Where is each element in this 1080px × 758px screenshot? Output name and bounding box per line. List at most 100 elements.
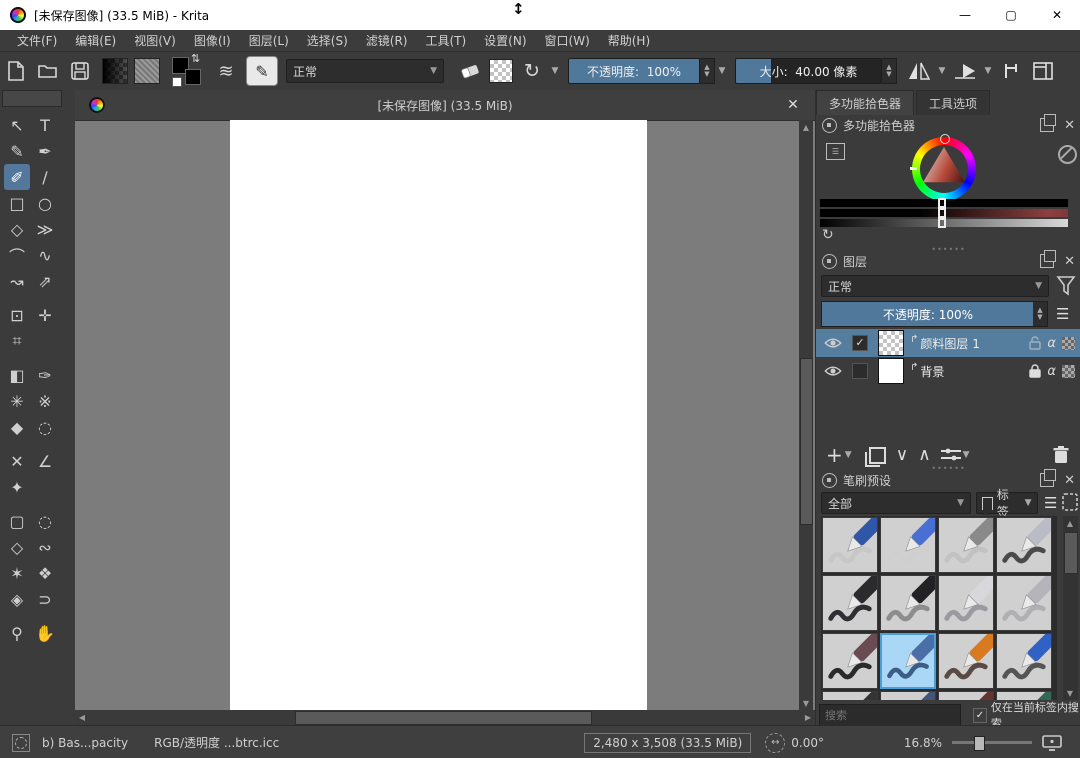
preset-display-mode-icon[interactable] (1062, 493, 1078, 511)
menu-item-7[interactable]: 滤镜(R) (357, 30, 417, 51)
preset-marker-chisel[interactable] (880, 575, 936, 631)
rectangular-selection-tool[interactable]: ▢ (4, 508, 30, 534)
dynamic-brush-tool[interactable]: ↝ (4, 268, 30, 294)
zoom-value[interactable]: 16.8% (904, 736, 942, 750)
opacity-caret-icon[interactable]: ▼ (715, 66, 729, 76)
size-slider[interactable]: 大小: 40.00 像素 (735, 58, 882, 84)
docker-tab-1[interactable]: 多功能拾色器 (816, 90, 914, 115)
layer-thumbnail[interactable] (878, 358, 904, 384)
smart-patch-tool[interactable]: ✳ (4, 388, 30, 414)
toolbox-drag-handle[interactable] (2, 90, 62, 107)
subwindow-close-icon[interactable]: ✕ (779, 90, 807, 120)
layer-visibility-icon[interactable] (824, 337, 844, 349)
colorize-mask-tool[interactable]: ※ (32, 388, 58, 414)
menu-item-2[interactable]: 编辑(E) (66, 30, 125, 51)
layer-checkbox[interactable]: ✓ (852, 335, 868, 351)
rotation-value[interactable]: 0.00° (791, 736, 824, 750)
layer-thumbnail[interactable] (878, 330, 904, 356)
preset-partial-1[interactable] (822, 691, 878, 700)
opacity-slider[interactable]: 不透明度: 100% (568, 58, 700, 84)
layer-visibility-icon[interactable] (824, 365, 844, 377)
layer-blend-mode-select[interactable]: 正常▼ (821, 275, 1049, 297)
scroll-up-icon[interactable]: ▲ (799, 120, 813, 134)
preset-soft-eraser[interactable] (880, 517, 936, 573)
transform-tool[interactable]: ⊡ (4, 302, 30, 328)
menu-item-4[interactable]: 图像(I) (185, 30, 240, 51)
move-layer-down-button[interactable]: ∨ (896, 445, 908, 465)
tag-search-checkbox[interactable]: ✓ (973, 708, 987, 723)
preset-pencil-blue[interactable] (996, 633, 1052, 689)
enclose-fill-tool[interactable]: ◌ (32, 414, 58, 440)
docker-tab-2[interactable]: 工具选项 (916, 90, 990, 115)
preset-paintbrush-wet[interactable] (880, 633, 936, 689)
menu-item-1[interactable]: 文件(F) (8, 30, 66, 51)
docker-lock-icon[interactable] (822, 473, 837, 488)
reload-caret-icon[interactable]: ▼ (548, 66, 562, 76)
scroll-down-icon[interactable]: ▼ (1063, 686, 1077, 700)
docker-close-icon[interactable]: ✕ (1064, 254, 1075, 269)
color-selector-settings-icon[interactable]: ☰ (826, 143, 845, 160)
similar-selection-tool[interactable]: ❖ (32, 560, 58, 586)
menu-item-11[interactable]: 帮助(H) (599, 30, 659, 51)
subwindow-titlebar[interactable]: [未保存图像] (33.5 MiB) ✕ (75, 90, 815, 121)
value-bar[interactable] (820, 219, 1068, 227)
multibrush-tool[interactable]: ⇗ (32, 268, 58, 294)
mirror-horizontal-icon[interactable] (906, 58, 932, 84)
similar-color-selection-tool[interactable]: ✶ (4, 560, 30, 586)
reload-preset-icon[interactable]: ↻ (519, 58, 545, 84)
search-input[interactable] (819, 704, 961, 726)
freehand-brush-tool[interactable]: ✐ (4, 164, 30, 190)
bezier-curve-tool[interactable]: ⌒ (4, 242, 30, 268)
current-brush-name[interactable]: b) Bas...pacity (42, 736, 128, 750)
move-tool[interactable]: ✛ (32, 302, 58, 328)
no-color-icon[interactable] (1058, 145, 1077, 164)
layer-alpha-inherit-icon[interactable] (1062, 365, 1075, 378)
pattern-preview[interactable] (134, 58, 160, 84)
minimize-button[interactable]: — (942, 0, 988, 30)
properties-caret-icon[interactable]: ▼ (963, 450, 977, 460)
menu-item-5[interactable]: 图层(L) (240, 30, 298, 51)
docker-float-icon[interactable] (1040, 254, 1054, 268)
calligraphy-tool[interactable]: ✒ (32, 138, 58, 164)
fill-tool[interactable]: ◆ (4, 414, 30, 440)
line-tool[interactable]: ∕ (32, 164, 58, 190)
layer-row-1[interactable]: ✓↱颜料图层 1α (816, 329, 1080, 357)
workspace-chooser-icon[interactable] (1030, 58, 1056, 84)
polygonal-selection-tool[interactable]: ◇ (4, 534, 30, 560)
layer-alpha-icon[interactable]: α (1047, 364, 1056, 379)
magnetic-selection-tool[interactable]: ⊃ (32, 586, 58, 612)
wrap-caret-icon[interactable]: ▼ (981, 66, 995, 76)
layer-filter-icon[interactable] (1056, 275, 1076, 297)
canvas-page[interactable] (230, 120, 647, 710)
hue-bar[interactable] (820, 199, 1068, 207)
docker-close-icon[interactable]: ✕ (1064, 473, 1075, 488)
mirror-caret-icon[interactable]: ▼ (935, 66, 949, 76)
preset-list-options-icon[interactable]: ☰ (1044, 494, 1057, 512)
preserve-alpha-icon[interactable] (489, 59, 513, 83)
measure-tool[interactable]: ∠ (32, 448, 58, 474)
polygon-tool[interactable]: ◇ (4, 216, 30, 242)
preset-detail-brush-orange[interactable] (938, 633, 994, 689)
brush-composite-icon[interactable]: ≋ (213, 58, 239, 84)
saturation-bar[interactable] (820, 209, 1068, 217)
preset-pen-metallic[interactable] (996, 575, 1052, 631)
layer-row-2[interactable]: ↱背景α (816, 357, 1080, 385)
elliptical-selection-tool[interactable]: ◌ (32, 508, 58, 534)
preset-partial-2[interactable] (880, 691, 936, 700)
delete-layer-button[interactable] (1053, 446, 1069, 464)
preset-ink-pen[interactable] (938, 575, 994, 631)
color-wheel[interactable] (912, 137, 976, 201)
preset-scrollbar[interactable]: ▲ ▼ (1063, 516, 1078, 700)
add-layer-caret-icon[interactable]: ▼ (845, 450, 859, 460)
preset-marker-details[interactable] (822, 575, 878, 631)
freehand-selection-tool[interactable]: ∾ (32, 534, 58, 560)
scroll-up-icon[interactable]: ▲ (1063, 516, 1077, 530)
layer-alpha-inherit-icon[interactable] (1062, 337, 1075, 350)
vertical-scrollbar[interactable]: ▲ ▼ (799, 120, 813, 710)
layer-properties-button[interactable] (941, 448, 961, 462)
color-profile[interactable]: RGB/透明度 ...btrc.icc (154, 734, 279, 751)
reference-images-tool[interactable]: ✦ (4, 474, 30, 500)
preset-filter-select[interactable]: 全部▼ (821, 492, 971, 514)
refresh-colors-icon[interactable]: ↻ (822, 227, 834, 243)
eraser-icon[interactable] (457, 58, 483, 84)
